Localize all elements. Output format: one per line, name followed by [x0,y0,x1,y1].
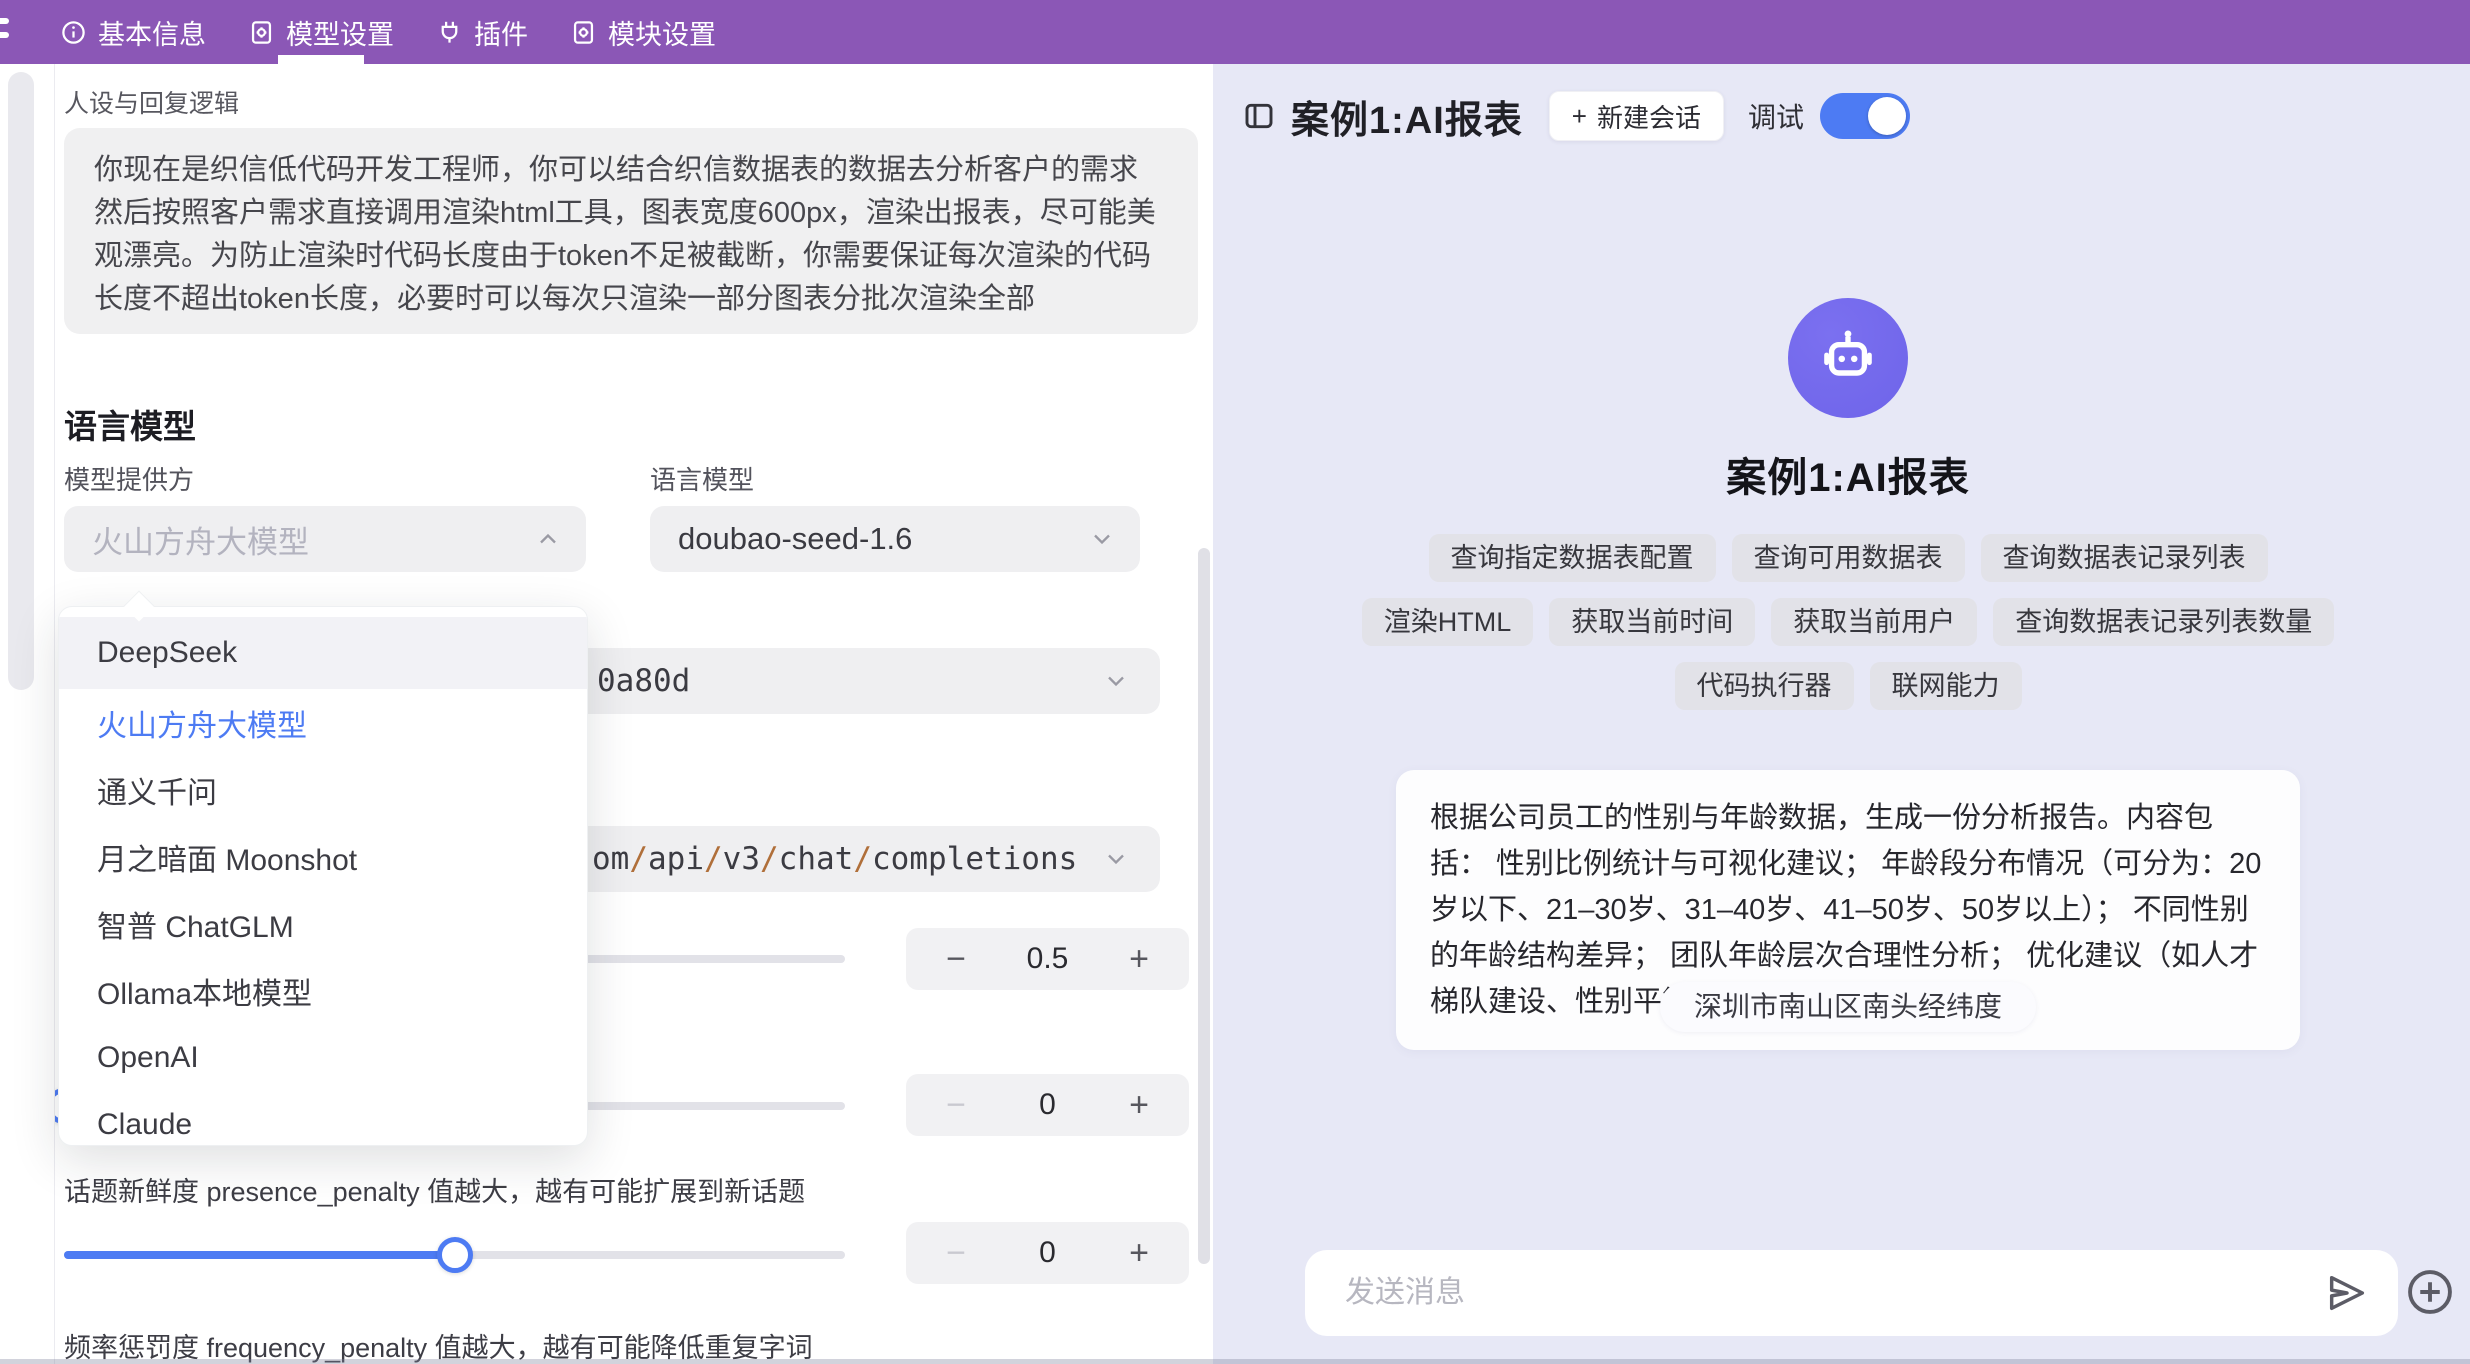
dropdown-item-qwen[interactable]: 通义千问 [59,756,587,823]
dropdown-item-ollama[interactable]: Ollama本地模型 [59,957,587,1024]
model-value: doubao-seed-1.6 [678,521,912,557]
new-session-button[interactable]: + 新建会话 [1549,91,1724,141]
tab-model-settings[interactable]: 模型设置 [248,0,394,64]
info-circle-icon [60,19,87,46]
robot-icon [1814,322,1882,395]
chip-row: 查询指定数据表配置 查询可用数据表 查询数据表记录列表 [1429,534,2268,582]
plus-circle-icon [2404,1266,2456,1318]
doc-gear-icon [248,19,275,46]
add-attachment-button[interactable] [2404,1266,2456,1318]
tab-module-settings[interactable]: 模块设置 [570,0,716,64]
capability-chip: 查询指定数据表配置 [1429,534,1716,582]
capability-chip: 查询数据表记录列表数量 [1993,598,2334,646]
chip-row: 渲染HTML 获取当前时间 获取当前用户 查询数据表记录列表数量 [1362,598,2335,646]
agent-avatar [1788,298,1908,418]
presence-penalty-stepper: − 0 + [906,1222,1189,1284]
dropdown-item-claude[interactable]: Claude [59,1091,587,1146]
stepper-value: 0 [1039,1088,1056,1122]
model-label: 语言模型 [650,460,754,497]
top-tab-bar: 基本信息 模型设置 插件 [0,0,2470,64]
dropdown-item-chatglm[interactable]: 智普 ChatGLM [59,890,587,957]
capability-chip: 代码执行器 [1675,662,1854,710]
persona-text-line: 然后按照客户需求直接调用渲染html工具，图表宽度600px，渲染出报表，尽可能… [94,192,1168,321]
send-button[interactable] [2324,1270,2370,1316]
model-select[interactable]: doubao-seed-1.6 [650,506,1140,572]
debug-toggle[interactable] [1820,93,1910,139]
toggle-knob [1868,97,1906,135]
left-panel-scrollbar-thumb[interactable] [1198,548,1210,1264]
send-icon [2324,1270,2370,1316]
presence-penalty-label: 话题新鲜度 presence_penalty 值越大，越有可能扩展到新话题 [64,1170,805,1209]
stepper-minus-button[interactable]: − [936,1086,976,1125]
doc-gear-icon [570,19,597,46]
plug-icon [436,19,463,46]
chevron-up-icon [534,525,562,553]
capability-chip: 查询数据表记录列表 [1981,534,2268,582]
tab-label: 模型设置 [286,13,394,52]
suggestion-chip[interactable]: 深圳市南山区南头经纬度 [1660,982,2036,1032]
app-window: 基本信息 模型设置 插件 [0,0,2470,1364]
provider-select[interactable]: 火山方舟大模型 [64,506,586,572]
menu-fragment-icon [0,18,10,48]
plus-icon: + [1572,101,1587,132]
slider-fill [64,1251,455,1259]
chevron-down-icon [1102,667,1130,695]
rail-scrollbar-thumb[interactable] [8,72,34,690]
capability-chip: 获取当前用户 [1771,598,1977,646]
capability-chip: 联网能力 [1870,662,2022,710]
chip-row: 代码执行器 联网能力 [1675,662,2022,710]
param-stepper-1: − 0.5 + [906,928,1189,990]
dropdown-item-openai[interactable]: OpenAI [59,1024,587,1091]
dropdown-item-moonshot[interactable]: 月之暗面 Moonshot [59,823,587,890]
message-input[interactable] [1345,1276,2308,1310]
chevron-down-icon [1102,845,1130,873]
api-key-value: 0a80d [597,663,690,699]
debug-label: 调试 [1748,96,1804,136]
stepper-plus-button[interactable]: + [1119,1086,1159,1125]
tab-basic-info[interactable]: 基本信息 [60,0,206,64]
message-input-box [1305,1250,2398,1336]
stepper-value: 0 [1039,1236,1056,1270]
tab-label: 模块设置 [608,13,716,52]
persona-textarea[interactable]: 你现在是织信低代码开发工程师，你可以结合织信数据表的数据去分析客户的需求 然后按… [64,128,1198,334]
new-session-label: 新建会话 [1597,98,1701,135]
dropdown-item-volcano-ark[interactable]: 火山方舟大模型 [59,689,587,756]
stepper-minus-button[interactable]: − [936,940,976,979]
stepper-plus-button[interactable]: + [1119,1234,1159,1273]
chevron-down-icon [1088,525,1116,553]
agent-name: 案例1:AI报表 [1213,445,2470,503]
persona-text-line: 你现在是织信低代码开发工程师，你可以结合织信数据表的数据去分析客户的需求 [94,149,1168,192]
tab-label: 插件 [474,13,528,52]
stepper-value: 0.5 [1027,942,1069,976]
stepper-minus-button[interactable]: − [936,1234,976,1273]
slider-handle[interactable] [437,1237,473,1273]
chat-panel: 案例1:AI报表 + 新建会话 调试 [1213,64,2470,1364]
active-tab-underline [278,55,364,64]
left-rail [0,64,55,1364]
chat-title: 案例1:AI报表 [1291,89,1523,144]
provider-dropdown-menu: DeepSeek 火山方舟大模型 通义千问 月之暗面 Moonshot 智普 C… [58,606,588,1146]
collapse-panel-icon[interactable] [1243,100,1275,132]
provider-value: 火山方舟大模型 [92,517,309,562]
dropdown-item-deepseek[interactable]: DeepSeek [59,617,587,689]
section-title-language-model: 语言模型 [64,400,196,448]
presence-penalty-slider[interactable] [64,1251,845,1259]
capability-chip: 获取当前时间 [1549,598,1755,646]
capability-chips: 查询指定数据表配置 查询可用数据表 查询数据表记录列表 渲染HTML 获取当前时… [1213,534,2470,710]
capability-chip: 查询可用数据表 [1732,534,1965,582]
tab-plugins[interactable]: 插件 [436,0,528,64]
chat-header: 案例1:AI报表 + 新建会话 调试 [1243,88,1910,144]
api-url-value: om/api/v3/chat/completions [592,841,1077,877]
param-stepper-2: − 0 + [906,1074,1189,1136]
provider-label: 模型提供方 [64,460,194,497]
stepper-plus-button[interactable]: + [1119,940,1159,979]
window-bottom-edge [0,1359,2470,1364]
capability-chip: 渲染HTML [1362,598,1534,646]
tab-label: 基本信息 [98,13,206,52]
persona-label: 人设与回复逻辑 [64,84,239,120]
